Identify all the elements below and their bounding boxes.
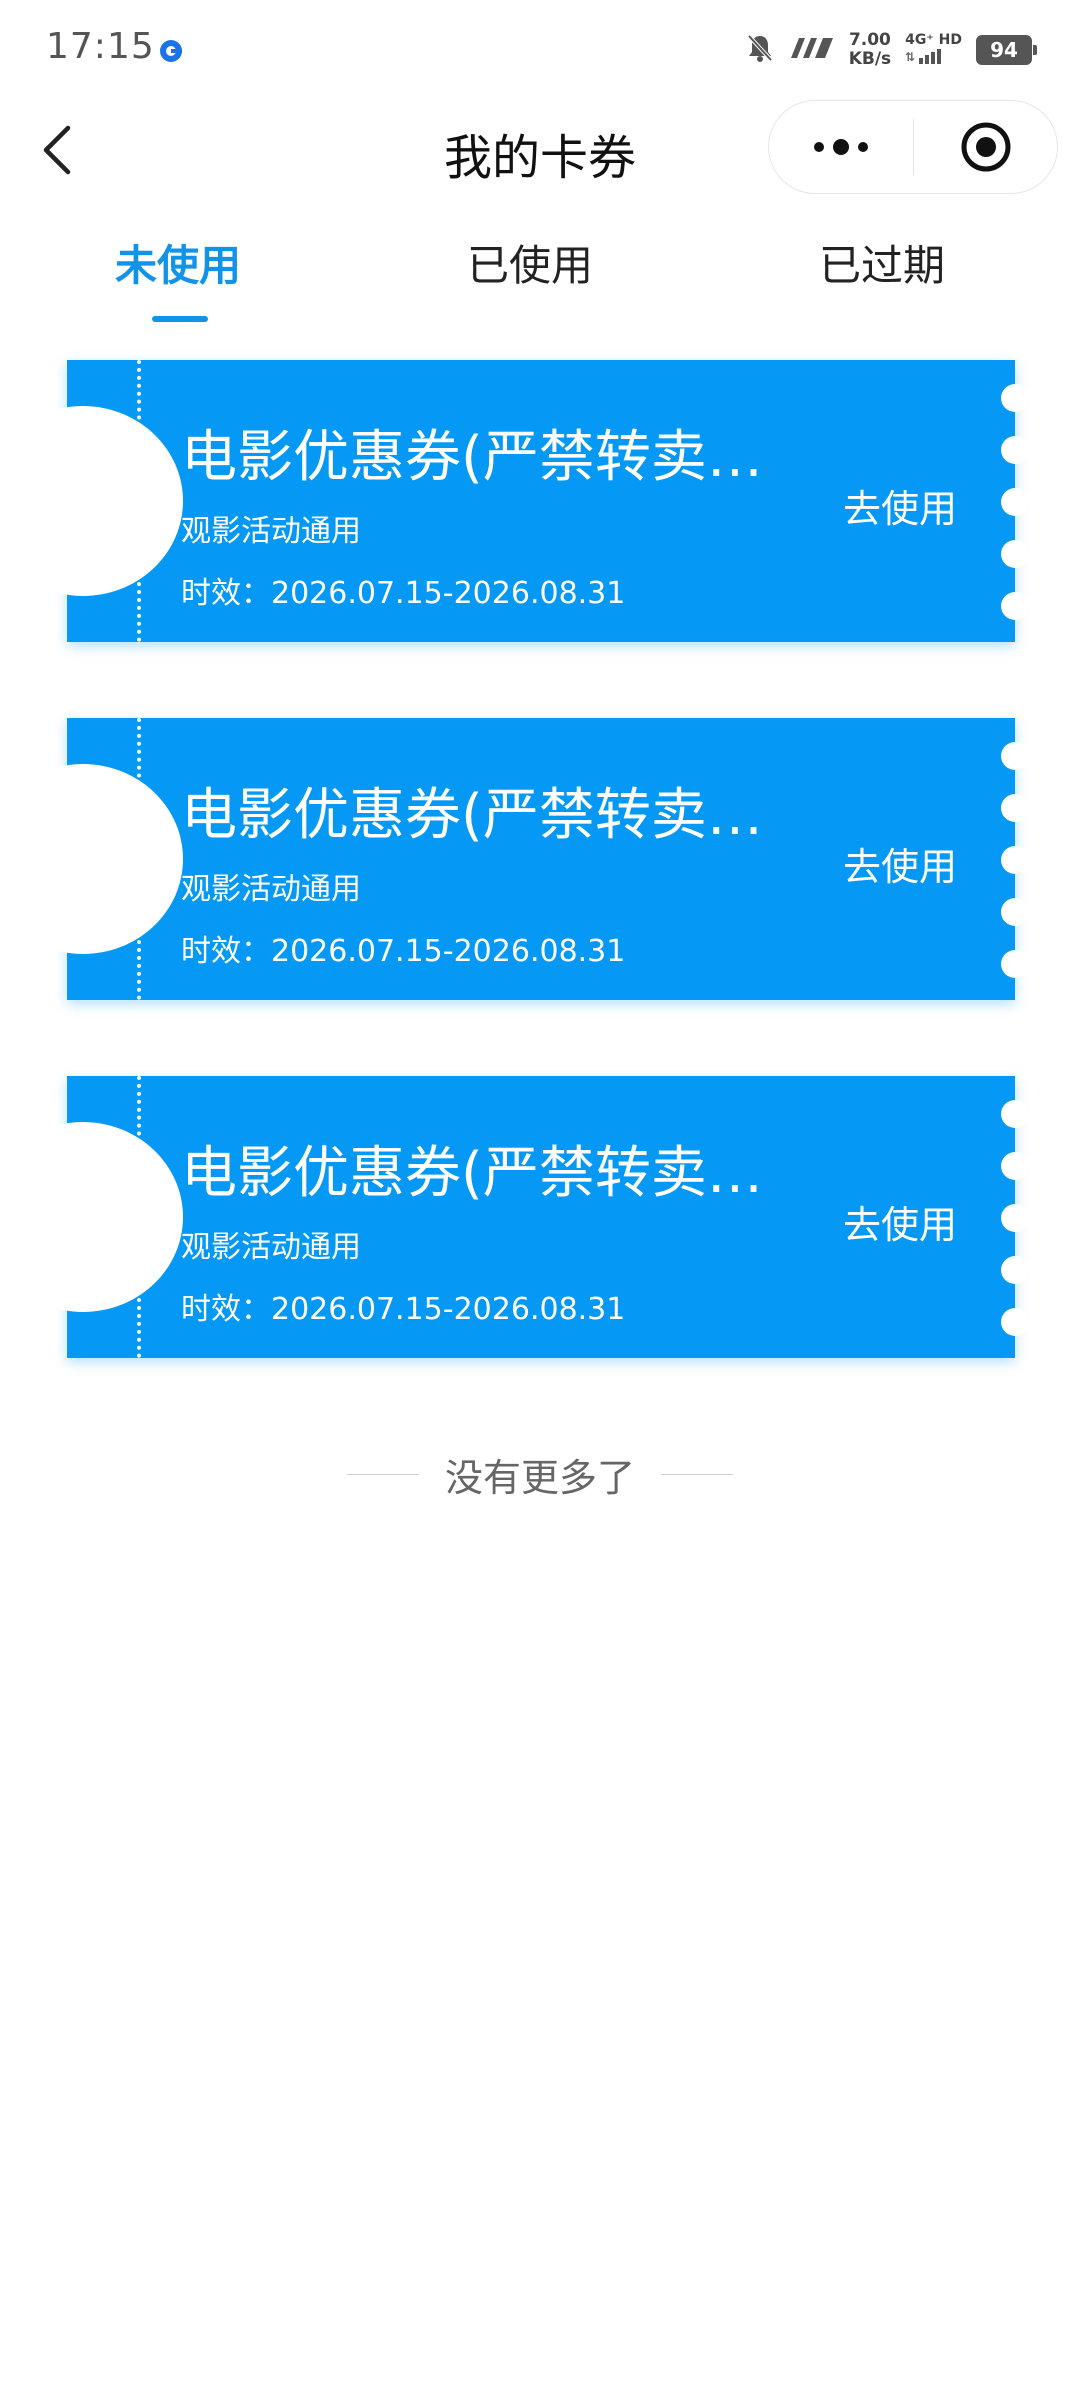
coupon-card[interactable]: 电影优惠券(严禁转卖… 观影活动通用 时效：2026.07.15-2026.08… — [0, 1076, 1029, 1358]
battery-level: 94 — [990, 38, 1018, 62]
list-end-indicator: 没有更多了 — [0, 1444, 1080, 1504]
coupon-validity: 时效：2026.07.15-2026.08.31 — [181, 1292, 626, 1327]
coupon-scallop — [1001, 488, 1029, 516]
coupon-perforation — [137, 1076, 141, 1358]
coupon-card[interactable]: 电影优惠券(严禁转卖… 观影活动通用 时效：2026.07.15-2026.08… — [0, 718, 1029, 1000]
more-dots-icon — [814, 139, 868, 155]
coupon-scallop — [1001, 1204, 1029, 1232]
signal-icon: ⇅ — [905, 48, 945, 68]
coupon-scallop — [1001, 1308, 1029, 1336]
coupon-scallop — [1001, 950, 1029, 978]
coupon-validity: 时效：2026.07.15-2026.08.31 — [181, 934, 626, 969]
coupon-notch — [0, 406, 183, 596]
coupon-scallop — [1001, 1152, 1029, 1180]
status-time: 17:15 — [46, 26, 155, 67]
coupon-notch — [0, 764, 183, 954]
network-speed: 7.00 KB/s — [849, 31, 891, 69]
coupon-scallop — [1001, 384, 1029, 412]
use-coupon-button[interactable]: 去使用 — [843, 478, 957, 533]
coupon-scallop — [1001, 846, 1029, 874]
network-type: 4G⁺ HD — [905, 32, 962, 48]
coupon-scallop — [1001, 540, 1029, 568]
coupon-scallop — [1001, 1256, 1029, 1284]
status-bar: 17:15 7.00 KB/s 4G⁺ HD ⇅ 94 — [0, 0, 1080, 96]
speed-unit: KB/s — [848, 49, 892, 69]
coupon-scallop — [1001, 1100, 1029, 1128]
coupon-perforation — [137, 718, 141, 1000]
coupon-notch — [0, 1122, 183, 1312]
divider-line — [661, 1473, 733, 1475]
tab-used[interactable]: 已使用 — [430, 232, 630, 293]
coupon-scallop — [1001, 436, 1029, 464]
tab-bar: 未使用 已使用 已过期 — [0, 232, 1080, 328]
active-tab-indicator — [152, 316, 208, 322]
carrier-icon — [789, 36, 835, 64]
battery-icon: 94 — [976, 35, 1037, 65]
close-miniprogram-button[interactable] — [914, 101, 1057, 193]
miniprogram-capsule — [768, 100, 1058, 194]
coupon-scallop — [1001, 592, 1029, 620]
coupon-title: 电影优惠券(严禁转卖… — [181, 425, 763, 490]
coupon-scallop — [1001, 794, 1029, 822]
coupon-title: 电影优惠券(严禁转卖… — [181, 783, 763, 848]
coupon-subtitle: 观影活动通用 — [181, 514, 361, 549]
coupon-scallop — [1001, 898, 1029, 926]
coupon-card[interactable]: 电影优惠券(严禁转卖… 观影活动通用 时效：2026.07.15-2026.08… — [0, 360, 1029, 642]
target-close-icon — [961, 122, 1010, 172]
coupon-subtitle: 观影活动通用 — [181, 1230, 361, 1265]
app-notification-icon — [158, 38, 184, 64]
coupon-perforation — [137, 360, 141, 642]
no-more-text: 没有更多了 — [444, 1455, 635, 1500]
coupon-validity: 时效：2026.07.15-2026.08.31 — [181, 576, 626, 611]
coupon-scallop — [1001, 742, 1029, 770]
tab-expired[interactable]: 已过期 — [782, 232, 982, 293]
svg-text:⇅: ⇅ — [905, 50, 915, 64]
nav-bar: 我的卡券 — [0, 96, 1080, 206]
network-indicator: 4G⁺ HD ⇅ — [905, 32, 962, 68]
coupon-subtitle: 观影活动通用 — [181, 872, 361, 907]
coupon-title: 电影优惠券(严禁转卖… — [181, 1141, 763, 1206]
use-coupon-button[interactable]: 去使用 — [843, 1194, 957, 1249]
more-button[interactable] — [769, 101, 913, 193]
tab-unused[interactable]: 未使用 — [78, 232, 278, 293]
speed-value: 7.00 — [848, 30, 891, 50]
divider-line — [346, 1473, 419, 1475]
use-coupon-button[interactable]: 去使用 — [843, 836, 957, 891]
mute-icon — [745, 32, 775, 68]
